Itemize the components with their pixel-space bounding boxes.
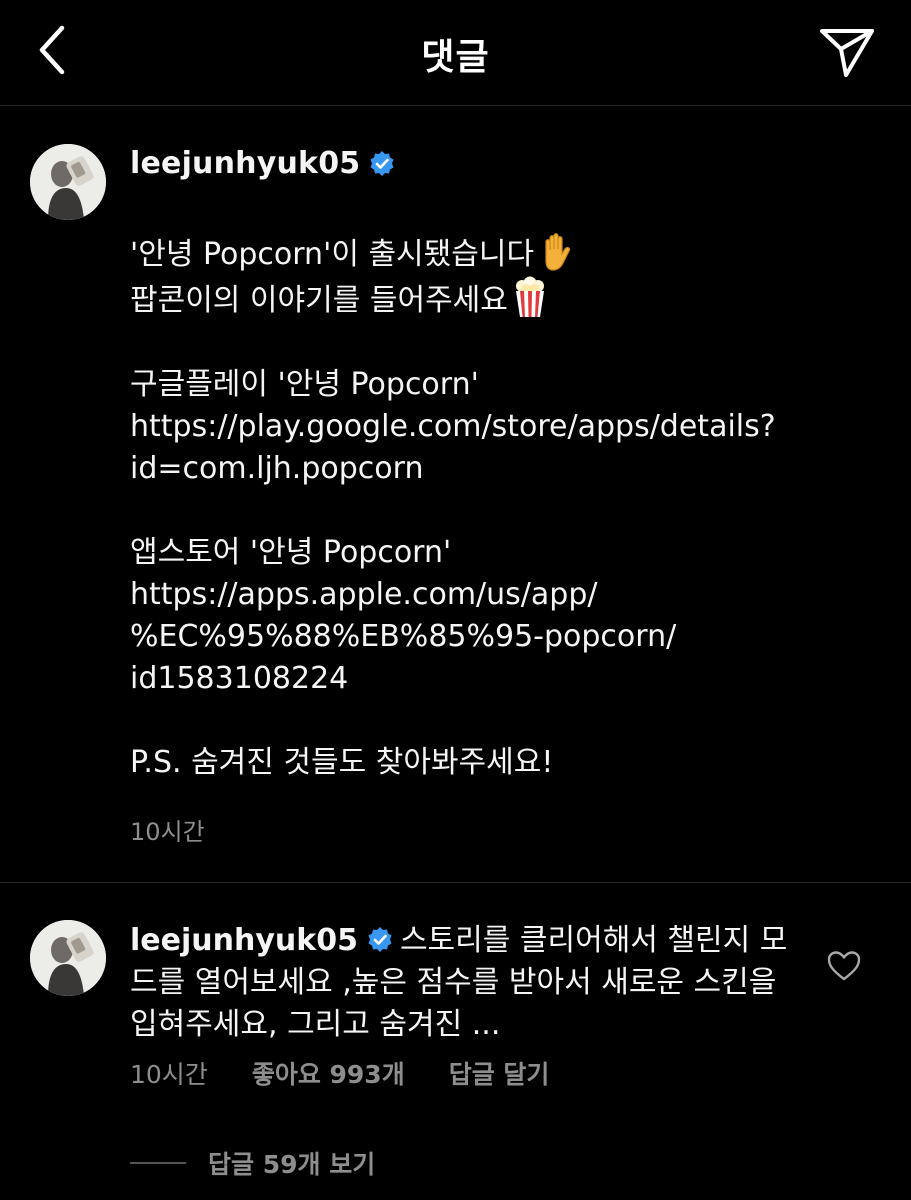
verified-badge-icon — [370, 150, 394, 176]
heart-icon — [827, 951, 861, 981]
comment-timestamp: 10시간 — [130, 1060, 208, 1089]
post-timestamp: 10시간 — [130, 818, 205, 846]
replies-line-decoration — [130, 1162, 186, 1164]
raised-hand-emoji-icon — [545, 233, 571, 271]
popcorn-emoji-icon — [515, 276, 544, 317]
page-title: 댓글 — [421, 37, 490, 78]
caption-line: 팝콘이의 이야기를 들어주세요 — [130, 276, 850, 322]
share-button[interactable] — [815, 22, 879, 82]
view-replies-button[interactable]: 답글 59개 보기 — [130, 1145, 375, 1181]
comment-username[interactable]: leejunhyuk05 — [130, 923, 358, 958]
top-bar: 댓글 — [0, 0, 911, 106]
paper-plane-icon — [820, 29, 874, 77]
avatar[interactable] — [30, 144, 106, 220]
caption-link: https://play.google.com/store/apps/detai… — [130, 409, 776, 444]
profile-photo — [30, 144, 106, 220]
caption-link: id1583108224 — [130, 661, 349, 696]
caption-link: id=com.ljh.popcorn — [130, 451, 424, 486]
post-caption: '안녕 Popcorn'이 출시됐습니다 팝콘이의 이야기를 들어주세요 구글플… — [130, 232, 850, 784]
profile-photo — [30, 920, 106, 996]
like-button[interactable] — [826, 948, 862, 984]
username[interactable]: leejunhyuk05 — [130, 146, 360, 181]
comment-avatar[interactable] — [30, 920, 106, 996]
caption-line: 앱스토어 '안녕 Popcorn' — [130, 535, 452, 570]
comment-actions: 10시간 좋아요 993개 답글 달기 — [130, 1055, 549, 1091]
view-replies-label: 답글 59개 보기 — [208, 1150, 376, 1179]
reply-button[interactable]: 답글 달기 — [449, 1055, 550, 1091]
caption-line: 구글플레이 '안녕 Popcorn' — [130, 367, 479, 402]
likes-count[interactable]: 좋아요 993개 — [252, 1055, 405, 1091]
caption-link: https://apps.apple.com/us/app/ — [130, 577, 598, 612]
verified-badge-icon — [368, 927, 392, 952]
caption-line: P.S. 숨겨진 것들도 찾아봐주세요! — [130, 745, 554, 780]
caption-line: '안녕 Popcorn'이 출시됐습니다 — [130, 232, 850, 276]
comment-body: leejunhyuk05 스토리를 클리어해서 챌린지 모드를 열어보세요 ,높… — [130, 920, 800, 1046]
divider — [0, 882, 911, 883]
caption-link: %EC%95%88%EB%85%95-popcorn/ — [130, 619, 677, 654]
post-author: leejunhyuk05 — [130, 146, 396, 181]
